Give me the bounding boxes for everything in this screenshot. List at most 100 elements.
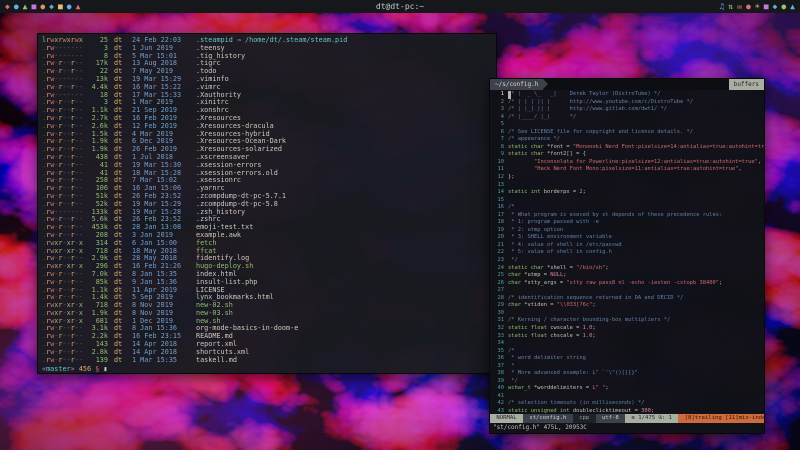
code-line: 41: [492, 393, 764, 401]
workspace-icon[interactable]: ●: [14, 0, 19, 13]
code-line: 10 "Inconsolata for Powerline:pixelsize=…: [492, 159, 764, 167]
workspace-icon[interactable]: ■: [58, 0, 63, 13]
line-number: 27: [492, 287, 504, 295]
line-number: 28: [492, 295, 504, 303]
code-line: 9static char *font2[] = {: [492, 151, 764, 159]
file-row: .rw-r--r--1.9kdt26 Feb 2019.Xresources-s…: [42, 146, 496, 154]
file-row: .rw-r--r--2.2kdt16 Feb 23:15README.md: [42, 333, 496, 341]
workspace-icon[interactable]: ▲: [23, 0, 28, 13]
workspace-icon[interactable]: ●: [67, 0, 72, 13]
code-line: 42/* selection timeouts (in milliseconds…: [492, 400, 764, 408]
tray-icon[interactable]: ✉: [737, 0, 742, 13]
code-line: 39 */: [492, 378, 764, 386]
file-size: 139: [86, 357, 108, 365]
file-row: .rw-r--r--17kdt13 Aug 2018.tigrc: [42, 60, 496, 68]
code-text: "Hack Nerd Font Mono:pixelsize=11:antial…: [508, 166, 742, 174]
code-line: 2/* | | | || | http://www.youtube.com/c/…: [492, 99, 764, 107]
file-row: .rw-r--r--453kdt28 Jan 13:08emoji-test.t…: [42, 224, 496, 232]
file-row: .rw-r--r--438dt1 Jul 2018.xscreensaver: [42, 154, 496, 162]
line-number: 11: [492, 166, 504, 174]
code-text: * 3: SHELL environment variable: [508, 234, 612, 242]
workspace-icon[interactable]: ◆: [49, 0, 54, 13]
code-text: static char *font2[] = {: [508, 151, 586, 159]
code-line: 7/* appearance */: [492, 136, 764, 144]
file-row: .rw-r--r--5.6kdt26 Feb 23:52.zshrc: [42, 216, 496, 224]
line-number: 10: [492, 159, 504, 167]
workspace-icon[interactable]: ●: [40, 0, 45, 13]
tray-icon[interactable]: ♫: [720, 0, 725, 13]
line-number: 3: [492, 106, 504, 114]
file-row: .rw-r--r--3.1kdt8 Jan 15:36org-mode-basi…: [42, 325, 496, 333]
statusline-segment: ≡ 1/475 ℅: 1: [625, 414, 678, 423]
workspace-icon[interactable]: ■: [31, 0, 36, 13]
workspace-icon[interactable]: ▲: [76, 0, 81, 13]
line-number: 19: [492, 227, 504, 235]
code-line: 35/*: [492, 348, 764, 356]
file-row: .rw-------3dt1 Jun 2019.teensy: [42, 45, 496, 53]
shell-prompt: «master» 456 § ▮: [42, 366, 496, 374]
file-row: .rw-r--r--7.0kdt8 Jan 15:35index.html: [42, 271, 496, 279]
line-number: 5: [492, 121, 504, 129]
file-row: .rw-r--r--208dt3 Jan 2019example.awk: [42, 232, 496, 240]
file-row: lrwxrwxrwx25dt24 Feb 22:03.steampid⇒ /ho…: [42, 37, 496, 45]
code-line: 11 "Hack Nerd Font Mono:pixelsize=11:ant…: [492, 166, 764, 174]
code-line: 16/*: [492, 204, 764, 212]
code-line: 3 /* | |_| || | http://www.gitlab.com/dwt…: [492, 106, 764, 114]
code-line: 34: [492, 340, 764, 348]
statusline-segment: st/config.h: [523, 414, 573, 423]
line-number: 42: [492, 400, 504, 408]
buffers-label: buffers: [729, 79, 764, 90]
tray-icon[interactable]: ●: [746, 0, 751, 13]
tray-icon[interactable]: ■: [764, 0, 769, 13]
line-number: 30: [492, 310, 504, 318]
code-text: */: [508, 378, 518, 386]
desktop: ◆●▲■●◆■●▲ dt@dt-pc:~ ♫⇅✉●☀■◆●▲ lrwxrwxrw…: [0, 0, 800, 450]
code-text: "Inconsolata for Powerline:pixelsize=12:…: [508, 159, 761, 167]
code-text: /* | _ \_ _| Derek Taylor (DistroTube) *…: [508, 91, 661, 99]
tray-icon[interactable]: ▲: [790, 0, 795, 13]
code-text: * 2: utmp option: [508, 227, 563, 235]
file-row: .rw-r--r--3dt1 Mar 2019.xinitrc: [42, 99, 496, 107]
line-number: 40: [492, 385, 504, 393]
code-text: /* Kerning / character bounding-box mult…: [508, 317, 670, 325]
code-text: wchar_t *worddelimiters = L" ";: [508, 385, 609, 393]
line-number: 38: [492, 370, 504, 378]
code-text: /* | |_| || | http://www.gitlab.com/dwt1…: [508, 106, 667, 114]
code-text: /* identification sequence returned in D…: [508, 295, 683, 303]
code-line: 36 * word delimiter string: [492, 355, 764, 363]
tray-icon[interactable]: ●: [781, 0, 786, 13]
line-number: 22: [492, 249, 504, 257]
workspace-icon[interactable]: ◆: [5, 0, 10, 13]
code-line: 13: [492, 182, 764, 190]
top-bar: ◆●▲■●◆■●▲ dt@dt-pc:~ ♫⇅✉●☀■◆●▲: [0, 0, 800, 13]
tray-icon[interactable]: ◆: [773, 0, 778, 13]
code-line: 32static float cwscale = 1.0;: [492, 325, 764, 333]
tray-icon[interactable]: ☀: [755, 0, 760, 13]
code-text: /*: [508, 204, 515, 212]
terminal-vim[interactable]: ~/s/config.h buffers 1/* | _ \_ _| Derek…: [489, 78, 765, 434]
code-line: 27: [492, 287, 764, 295]
vim-tabline: ~/s/config.h buffers: [490, 79, 764, 90]
statusline-segment: utf-8: [596, 414, 626, 423]
code-text: static char *shell = "/bin/sh";: [508, 265, 609, 273]
code-text: static char *font = "Mononoki Nerd Font:…: [508, 144, 764, 152]
line-number: 21: [492, 242, 504, 250]
tray-icon[interactable]: ⇅: [728, 0, 733, 13]
code-line: 15: [492, 197, 764, 205]
terminal-file-listing[interactable]: lrwxrwxrwx25dt24 Feb 22:03.steampid⇒ /ho…: [37, 33, 497, 374]
code-text: * 5: value of shell in config.h: [508, 249, 612, 257]
line-number: 25: [492, 272, 504, 280]
file-row: .rwxr-xr-x296dt16 Feb 21:26hugo-deploy.s…: [42, 263, 496, 271]
file-row: .rw-r--r--22dt7 May 2019.todo: [42, 68, 496, 76]
file-date: 1 Mar 15:35: [132, 357, 192, 365]
tab-config-h[interactable]: ~/s/config.h: [490, 79, 543, 90]
code-text: static float chscale = 1.0;: [508, 333, 596, 341]
code-text: char *utmp = NULL;: [508, 272, 566, 280]
line-number: 2: [492, 99, 504, 107]
line-number: 12: [492, 174, 504, 182]
line-number: 23: [492, 257, 504, 265]
code-text: static float cwscale = 1.0;: [508, 325, 596, 333]
line-number: 26: [492, 280, 504, 288]
code-text: char *vtiden = "\\033[?6c";: [508, 302, 596, 310]
file-perms: .rw-r--r--: [42, 357, 86, 365]
